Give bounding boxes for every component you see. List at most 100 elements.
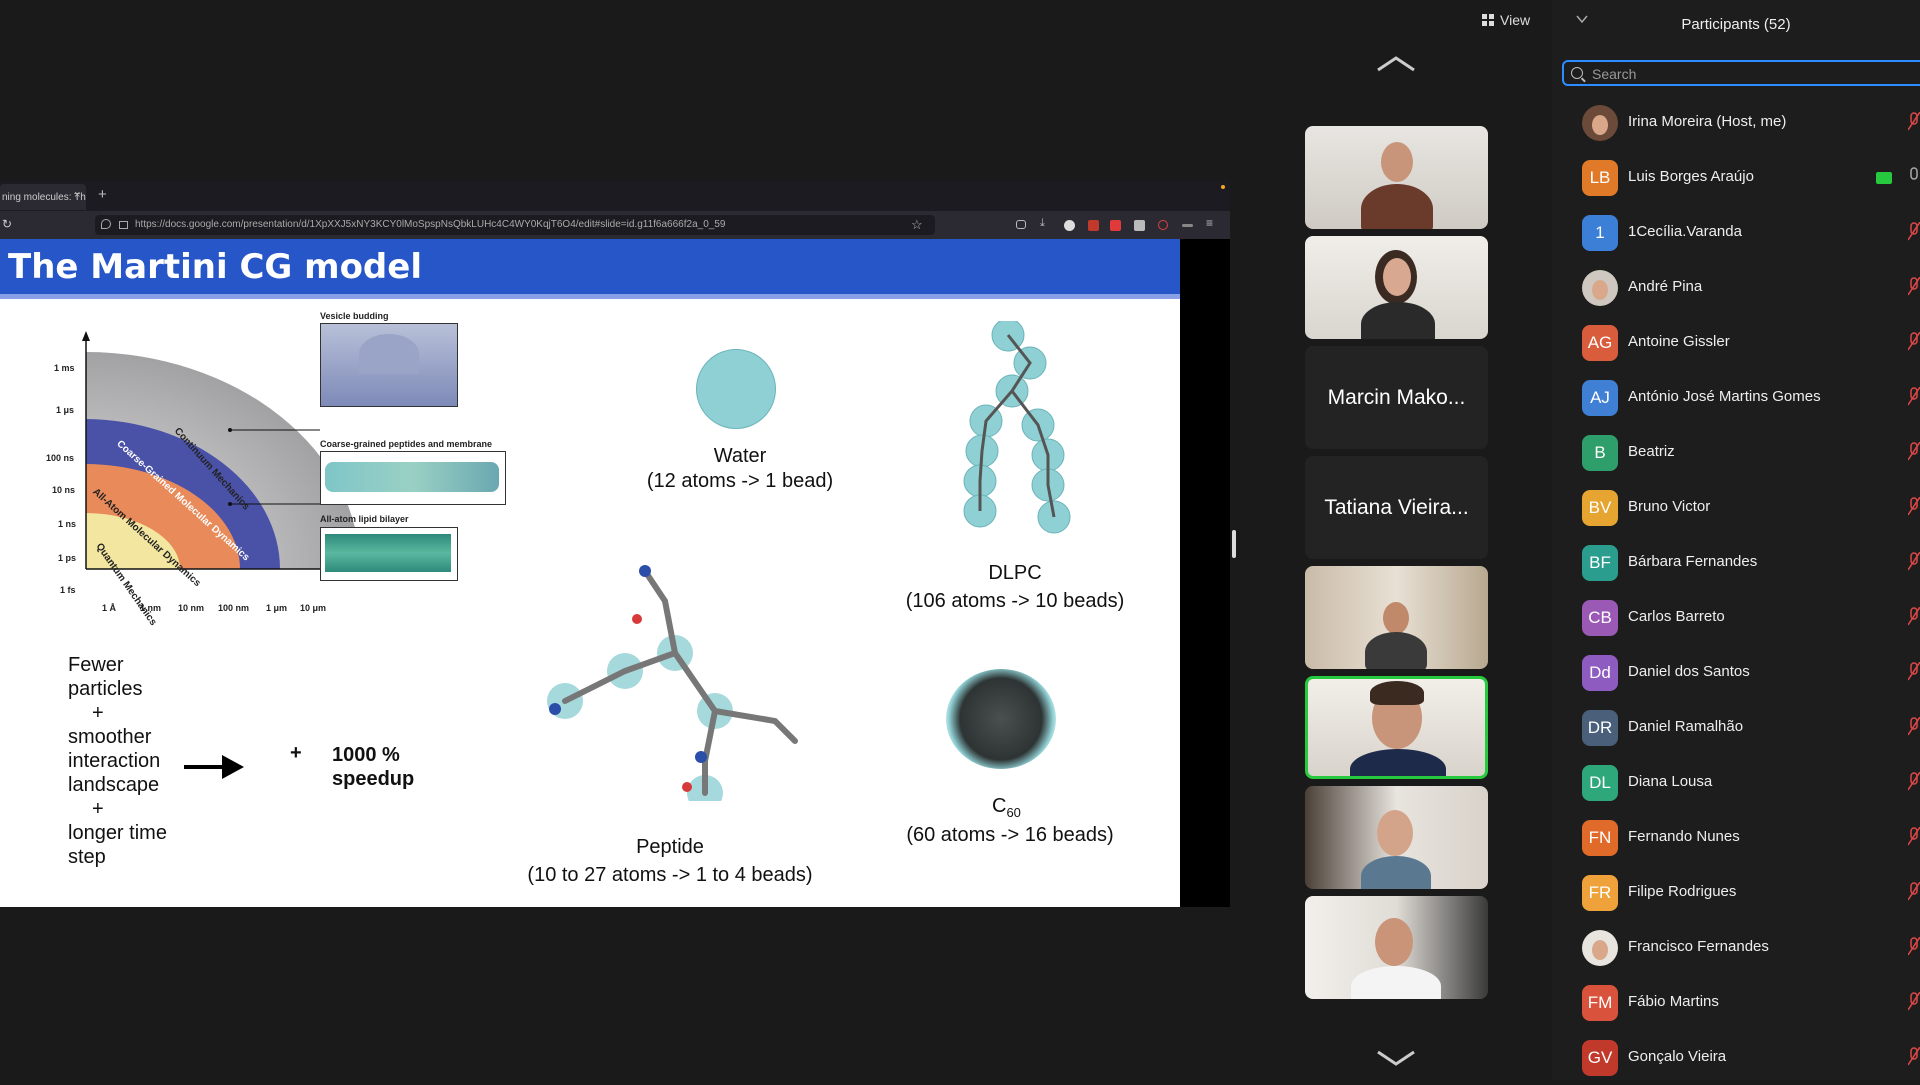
browser-address-bar: ↻ https://docs.google.com/presentation/d… xyxy=(0,211,1230,239)
participant-row[interactable]: GV Gonçalo Vieira xyxy=(1552,1030,1920,1085)
microphone-muted-icon[interactable] xyxy=(1908,552,1920,572)
microphone-muted-icon[interactable] xyxy=(1908,882,1920,902)
avatar xyxy=(1582,270,1618,306)
participant-row[interactable]: FR Filipe Rodrigues xyxy=(1552,865,1920,920)
c60-description: (60 atoms -> 16 beads) xyxy=(906,824,1114,846)
microphone-icon[interactable] xyxy=(1908,167,1920,187)
slide-title-bar: The Martini CG model xyxy=(0,239,1180,299)
browser-tab-bar: ning molecules: Th × + xyxy=(0,181,1230,211)
microphone-muted-icon[interactable] xyxy=(1908,497,1920,517)
scroll-up-icon[interactable] xyxy=(1376,56,1416,72)
url-text: https://docs.google.com/presentation/d/1… xyxy=(135,219,726,230)
view-label: View xyxy=(1500,12,1531,28)
participant-row[interactable]: André Pina xyxy=(1552,260,1920,315)
participant-row[interactable]: BV Bruno Victor xyxy=(1552,480,1920,535)
notification-dot-icon xyxy=(1221,185,1225,189)
microphone-muted-icon[interactable] xyxy=(1908,772,1920,792)
video-tile[interactable] xyxy=(1305,126,1488,229)
right-arrow-icon xyxy=(184,755,244,779)
microphone-muted-icon[interactable] xyxy=(1908,277,1920,297)
dlpc-description: (106 atoms -> 10 beads) xyxy=(905,590,1125,612)
new-tab-button[interactable]: + xyxy=(98,186,107,203)
participant-row[interactable]: CB Carlos Barreto xyxy=(1552,590,1920,645)
vesicle-image xyxy=(320,323,458,407)
microphone-muted-icon[interactable] xyxy=(1908,607,1920,627)
reload-icon[interactable]: ↻ xyxy=(2,217,12,231)
participant-row[interactable]: Irina Moreira (Host, me) xyxy=(1552,95,1920,150)
microphone-muted-icon[interactable] xyxy=(1908,442,1920,462)
participant-row[interactable]: FM Fábio Martins xyxy=(1552,975,1920,1030)
microphone-muted-icon[interactable] xyxy=(1908,332,1920,352)
participant-row[interactable]: 1 1Cecília.Varanda xyxy=(1552,205,1920,260)
participant-row[interactable]: Francisco Fernandes xyxy=(1552,920,1920,975)
participant-row[interactable]: AJ António José Martins Gomes xyxy=(1552,370,1920,425)
video-tile[interactable] xyxy=(1305,236,1488,339)
length-tick: 1 Å xyxy=(102,603,117,613)
search-input[interactable] xyxy=(1590,64,1894,84)
slide-title: The Martini CG model xyxy=(8,247,422,287)
peptide-label: Peptide xyxy=(636,836,704,858)
video-tile-name-only[interactable]: Tatiana Vieira... xyxy=(1305,456,1488,559)
avatar: Dd xyxy=(1582,655,1618,691)
benefits-line: step xyxy=(68,846,106,868)
participant-tile-name: Tatiana Vieira... xyxy=(1324,495,1469,519)
shared-screen: ning molecules: Th × + ↻ https://docs.go… xyxy=(0,181,1230,907)
participant-row[interactable]: B Beatriz xyxy=(1552,425,1920,480)
video-tile[interactable] xyxy=(1305,566,1488,669)
download-icon[interactable]: ⤓ xyxy=(1040,217,1051,229)
scroll-down-icon[interactable] xyxy=(1376,1050,1416,1066)
participant-row[interactable]: DR Daniel Ramalhão xyxy=(1552,700,1920,755)
bookmark-star-icon[interactable]: ☆ xyxy=(911,217,923,233)
microphone-muted-icon[interactable] xyxy=(1908,1047,1920,1067)
microphone-muted-icon[interactable] xyxy=(1908,387,1920,407)
microphone-muted-icon[interactable] xyxy=(1908,112,1920,132)
length-tick: 1 μm xyxy=(266,603,288,613)
participant-row[interactable]: BF Bárbara Fernandes xyxy=(1552,535,1920,590)
participant-search[interactable] xyxy=(1562,60,1920,86)
avatar: GV xyxy=(1582,1040,1618,1076)
view-button[interactable]: View xyxy=(1482,8,1530,32)
tab-close-icon[interactable]: × xyxy=(74,189,80,201)
benefits-line: smoother xyxy=(68,726,152,748)
extension-icon[interactable] xyxy=(1134,220,1145,231)
participant-row[interactable]: Dd Daniel dos Santos xyxy=(1552,645,1920,700)
participant-name: Luis Borges Araújo xyxy=(1628,168,1754,185)
menu-icon[interactable]: ≡ xyxy=(1206,216,1217,230)
video-tile[interactable] xyxy=(1305,896,1488,999)
resize-handle[interactable] xyxy=(1232,530,1236,558)
participant-row[interactable]: LB Luis Borges Araújo xyxy=(1552,150,1920,205)
participant-row[interactable]: DL Diana Lousa xyxy=(1552,755,1920,810)
extension-icon[interactable] xyxy=(1064,220,1075,231)
time-tick: 1 fs xyxy=(60,585,76,595)
video-tile-name-only[interactable]: Marcin Mako... xyxy=(1305,346,1488,449)
video-tile[interactable] xyxy=(1305,786,1488,889)
extension-icon[interactable] xyxy=(1182,224,1193,227)
benefits-line: + xyxy=(92,798,104,820)
url-field[interactable]: https://docs.google.com/presentation/d/1… xyxy=(95,215,935,235)
microphone-muted-icon[interactable] xyxy=(1908,937,1920,957)
block-icon[interactable] xyxy=(1158,220,1168,230)
microphone-muted-icon[interactable] xyxy=(1908,662,1920,682)
peptide-molecule-image xyxy=(547,565,798,801)
time-tick: 1 ms xyxy=(54,363,75,373)
microphone-muted-icon[interactable] xyxy=(1908,827,1920,847)
extension-icon[interactable] xyxy=(1088,220,1099,231)
participant-row[interactable]: AG Antoine Gissler xyxy=(1552,315,1920,370)
active-speaker-tile[interactable] xyxy=(1305,676,1488,779)
microphone-muted-icon[interactable] xyxy=(1908,222,1920,242)
microphone-muted-icon[interactable] xyxy=(1908,717,1920,737)
microphone-muted-icon[interactable] xyxy=(1908,992,1920,1012)
length-tick: 100 nm xyxy=(218,603,250,613)
c60-label: C60 xyxy=(992,794,1021,821)
avatar: DL xyxy=(1582,765,1618,801)
extension-icon[interactable] xyxy=(1110,220,1121,231)
length-tick: 10 μm xyxy=(300,603,327,613)
participants-title: Participants (52) xyxy=(1681,16,1791,33)
participant-row[interactable]: FN Fernando Nunes xyxy=(1552,810,1920,865)
participant-name: Fábio Martins xyxy=(1628,993,1719,1010)
participant-name: Daniel dos Santos xyxy=(1628,663,1750,680)
pocket-icon[interactable] xyxy=(1016,220,1026,229)
participant-name: Irina Moreira (Host, me) xyxy=(1628,113,1787,130)
participant-name: Francisco Fernandes xyxy=(1628,938,1769,955)
participant-name: Carlos Barreto xyxy=(1628,608,1725,625)
